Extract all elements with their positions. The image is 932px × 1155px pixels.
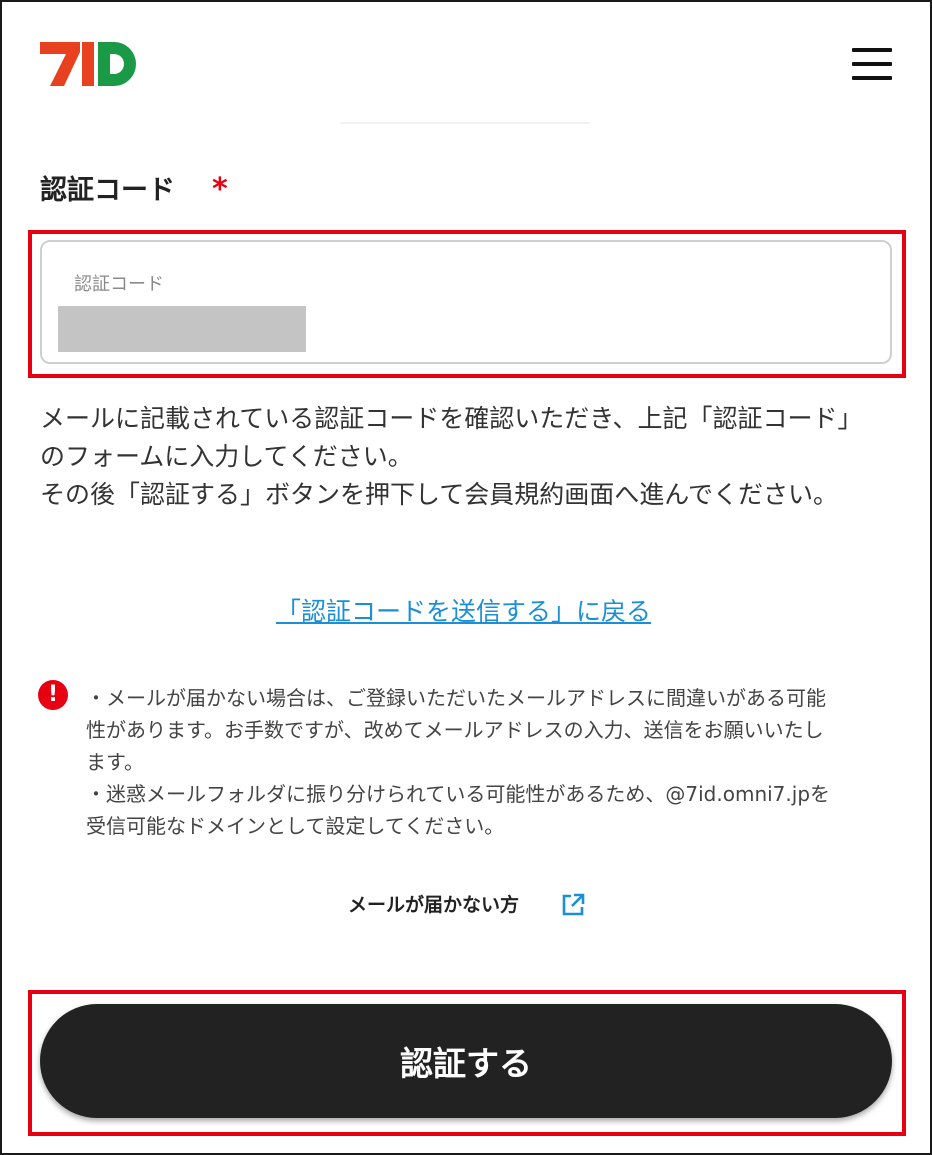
header-divider	[340, 122, 590, 124]
verification-code-floating-label: 認証コード	[74, 274, 164, 295]
notice-line-3: ます。	[86, 750, 144, 774]
instruction-text: メールに記載されている認証コードを確認いただき、上記「認証コード」 のフォームに…	[40, 400, 900, 514]
notice-line-5: 受信可能なドメインとして設定してください。	[86, 814, 505, 838]
menu-bar-bottom	[852, 76, 892, 80]
redacted-code-value	[58, 306, 306, 352]
notice-text: ・メールが届かない場合は、ご登録いただいたメールアドレスに間違いがある可能 性が…	[86, 682, 896, 842]
instruction-line-3: その後「認証する」ボタンを押下して会員規約画面へ進んでください。	[40, 480, 839, 509]
exclamation-circle-icon: !	[38, 680, 68, 710]
verify-button[interactable]: 認証する	[40, 1004, 892, 1118]
7id-logo-mark	[40, 42, 136, 86]
hamburger-menu-icon[interactable]	[852, 48, 894, 80]
notice-line-1: ・メールが届かない場合は、ご登録いただいたメールアドレスに間違いがある可能	[86, 686, 826, 710]
instruction-line-2: のフォームに入力してください。	[40, 442, 413, 471]
notice-line-4: ・迷惑メールフォルダに振り分けられている可能性があるため、@7id.omni7.…	[86, 782, 831, 806]
menu-bar-middle	[852, 62, 892, 66]
required-mark: *	[212, 172, 228, 207]
menu-bar-top	[852, 48, 892, 52]
external-link-icon[interactable]	[560, 892, 586, 918]
instruction-line-1: メールに記載されている認証コードを確認いただき、上記「認証コード」	[40, 404, 863, 433]
notice-line-2: 性があります。お手数ですが、改めてメールアドレスの入力、送信をお願いいたし	[86, 718, 824, 742]
back-to-send-code-link[interactable]: 「認証コードを送信する」に戻る	[276, 592, 651, 628]
email-not-received-link[interactable]: メールが届かない方	[348, 890, 519, 917]
7id-logo[interactable]	[38, 36, 142, 92]
verification-code-label: 認証コード	[40, 175, 175, 206]
